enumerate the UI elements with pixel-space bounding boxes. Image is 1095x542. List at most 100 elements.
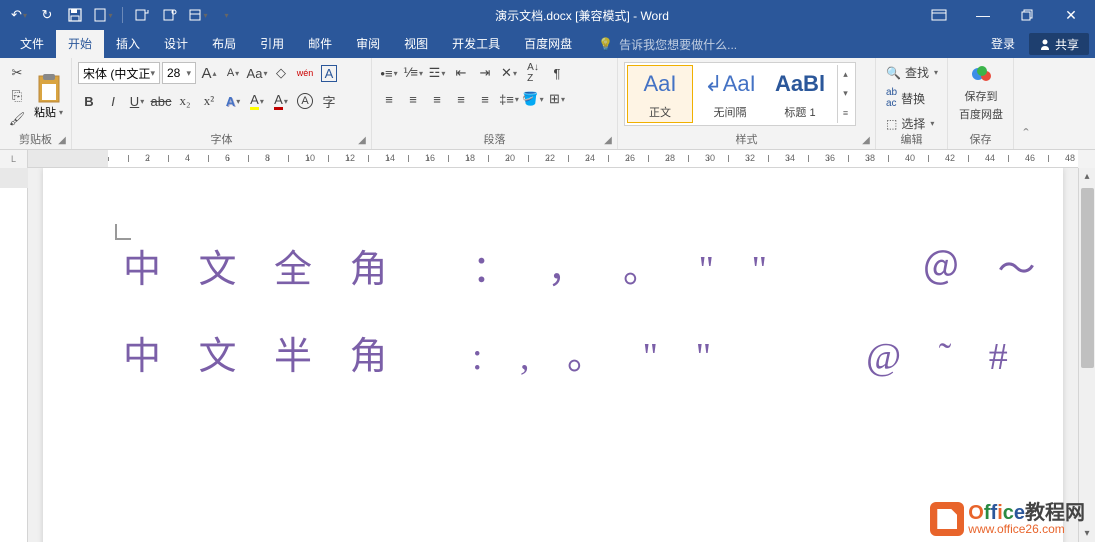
align-left-button[interactable]: ≡ — [378, 88, 400, 110]
tab-mailings[interactable]: 邮件 — [296, 30, 344, 58]
dropdown-icon: ▾ — [186, 68, 191, 79]
justify-button[interactable]: ≡ — [450, 88, 472, 110]
shading-button[interactable]: 🪣▾ — [522, 88, 544, 110]
align-right-button[interactable]: ≡ — [426, 88, 448, 110]
dialog-launcher[interactable]: ◢ — [355, 133, 369, 147]
distribute-button[interactable]: ≡ — [474, 88, 496, 110]
decrease-indent-button[interactable]: ⇤ — [450, 62, 472, 84]
superscript-button[interactable]: x² — [198, 90, 220, 112]
collapse-ribbon-button[interactable]: ˆ — [1014, 58, 1038, 149]
qat-customize-button[interactable]: ▾ — [213, 2, 239, 28]
gallery-more-button[interactable]: ≡ — [838, 104, 853, 123]
align-left-icon: ≡ — [385, 92, 393, 107]
asian-layout-button[interactable]: ✕▾ — [498, 62, 520, 84]
page-container: 中 文 全 角 ： ， 。 " " ＠ ～ ＃ １ ２ ３ 中 文 半 角 : … — [28, 168, 1078, 542]
tell-me-search[interactable]: 💡 告诉我您想要做什么... — [584, 36, 981, 53]
italic-button[interactable]: I — [102, 90, 124, 112]
gallery-up-button[interactable]: ▴ — [838, 65, 853, 84]
shrink-font-button[interactable]: A▾ — [222, 62, 244, 84]
ribbon-display-button[interactable] — [919, 0, 959, 30]
multilevel-button[interactable]: ☲▾ — [426, 62, 448, 84]
circled-char-button[interactable]: A — [294, 90, 316, 112]
document-line-2[interactable]: 中 文 半 角 : , 。 " " @ ˜ # 1 2 3 — [123, 325, 983, 380]
ruler-corner[interactable]: L — [0, 150, 28, 168]
underline-button[interactable]: U▾ — [126, 90, 148, 112]
show-marks-button[interactable]: ¶ — [546, 62, 568, 84]
window-controls: — ✕ — [919, 0, 1095, 30]
dialog-launcher[interactable]: ◢ — [859, 133, 873, 147]
save-to-cloud-button[interactable]: 保存到 百度网盘 — [954, 62, 1008, 122]
tab-design[interactable]: 设计 — [152, 30, 200, 58]
tab-insert[interactable]: 插入 — [104, 30, 152, 58]
bullets-button[interactable]: •≡▾ — [378, 62, 400, 84]
change-case-button[interactable]: Aa▾ — [246, 62, 268, 84]
qat-button-2[interactable] — [157, 2, 183, 28]
copy-button[interactable]: ⎘ — [6, 85, 28, 106]
dialog-launcher[interactable]: ◢ — [601, 133, 615, 147]
scroll-thumb[interactable] — [1081, 188, 1094, 368]
undo-button[interactable]: ↶▾ — [6, 2, 32, 28]
numbering-button[interactable]: ⅟≡▾ — [402, 62, 424, 84]
restore-button[interactable] — [1007, 0, 1047, 30]
subscript-button[interactable]: x₂ — [174, 90, 196, 112]
outdent-icon: ⇤ — [456, 65, 467, 81]
new-button[interactable]: ▾ — [90, 2, 116, 28]
document-line-1[interactable]: 中 文 全 角 ： ， 。 " " ＠ ～ ＃ １ ２ ３ — [123, 238, 983, 293]
bold-button[interactable]: B — [78, 90, 100, 112]
redo-button[interactable]: ↻ — [34, 2, 60, 28]
login-button[interactable]: 登录 — [981, 30, 1025, 58]
cut-button[interactable]: ✂ — [6, 62, 28, 83]
tab-review[interactable]: 审阅 — [344, 30, 392, 58]
qat-button-1[interactable] — [129, 2, 155, 28]
gallery-down-button[interactable]: ▾ — [838, 84, 853, 103]
save-button[interactable] — [62, 2, 88, 28]
tab-baidu[interactable]: 百度网盘 — [512, 30, 584, 58]
document-page[interactable]: 中 文 全 角 ： ， 。 " " ＠ ～ ＃ １ ２ ３ 中 文 半 角 : … — [43, 168, 1063, 542]
qat-button-3[interactable]: ▾ — [185, 2, 211, 28]
tab-references[interactable]: 引用 — [248, 30, 296, 58]
quick-access-toolbar: ↶▾ ↻ ▾ ▾ ▾ — [0, 2, 245, 28]
paste-button[interactable]: 粘贴▾ — [32, 62, 65, 130]
tab-developer[interactable]: 开发工具 — [440, 30, 512, 58]
tab-view[interactable]: 视图 — [392, 30, 440, 58]
close-button[interactable]: ✕ — [1051, 0, 1091, 30]
vertical-scrollbar[interactable]: ▴ ▾ — [1078, 168, 1095, 542]
style-nospacing[interactable]: ↲AaI 无间隔 — [697, 65, 763, 123]
font-name-combo[interactable]: 宋体 (中文正▾ — [78, 62, 160, 84]
format-painter-button[interactable]: 🖌 — [6, 109, 28, 130]
grow-font-button[interactable]: A▴ — [198, 62, 220, 84]
pinyin-button[interactable]: wén — [294, 62, 316, 84]
font-size-combo[interactable]: 28▾ — [162, 62, 196, 84]
char-fit-button[interactable]: 字 — [318, 90, 340, 112]
borders-button[interactable]: ⊞▾ — [546, 88, 568, 110]
text-effects-button[interactable]: A▾ — [222, 90, 244, 112]
horizontal-ruler[interactable]: 2468101214161820222426283032343638404244… — [28, 150, 1078, 168]
document-title: 演示文档.docx [兼容模式] - Word — [245, 7, 919, 24]
char-border-button[interactable]: A — [318, 62, 340, 84]
increase-indent-button[interactable]: ⇥ — [474, 62, 496, 84]
save-label1: 保存到 — [965, 88, 998, 104]
highlight-button[interactable]: A▾ — [246, 90, 268, 112]
tab-home[interactable]: 开始 — [56, 30, 104, 58]
font-color-button[interactable]: A▾ — [270, 90, 292, 112]
strikethrough-button[interactable]: abc — [150, 90, 172, 112]
vertical-ruler[interactable] — [0, 168, 28, 542]
tab-file[interactable]: 文件 — [8, 30, 56, 58]
line-spacing-button[interactable]: ‡≡▾ — [498, 88, 520, 110]
replace-button[interactable]: abac 替换 — [882, 85, 941, 111]
styles-gallery: AaI 正文 ↲AaI 无间隔 AaBl 标题 1 ▴ ▾ ≡ — [624, 62, 856, 126]
ribbon: ✂ ⎘ 🖌 粘贴▾ 剪贴板 ◢ 宋体 (中文正▾ 28▾ A▴ A▾ Aa▾ ◇… — [0, 58, 1095, 150]
style-normal[interactable]: AaI 正文 — [627, 65, 693, 123]
align-center-button[interactable]: ≡ — [402, 88, 424, 110]
style-preview: ↲AaI — [704, 68, 755, 100]
dropdown-icon: ▾ — [59, 108, 63, 117]
style-heading1[interactable]: AaBl 标题 1 — [767, 65, 833, 123]
sort-button[interactable]: A↓Z — [522, 62, 544, 84]
dialog-launcher[interactable]: ◢ — [55, 133, 69, 147]
scroll-up-button[interactable]: ▴ — [1079, 168, 1095, 185]
find-button[interactable]: 🔍 查找 ▾ — [882, 62, 941, 83]
share-button[interactable]: 共享 — [1029, 33, 1089, 55]
minimize-button[interactable]: — — [963, 0, 1003, 30]
tab-layout[interactable]: 布局 — [200, 30, 248, 58]
clear-format-button[interactable]: ◇ — [270, 62, 292, 84]
